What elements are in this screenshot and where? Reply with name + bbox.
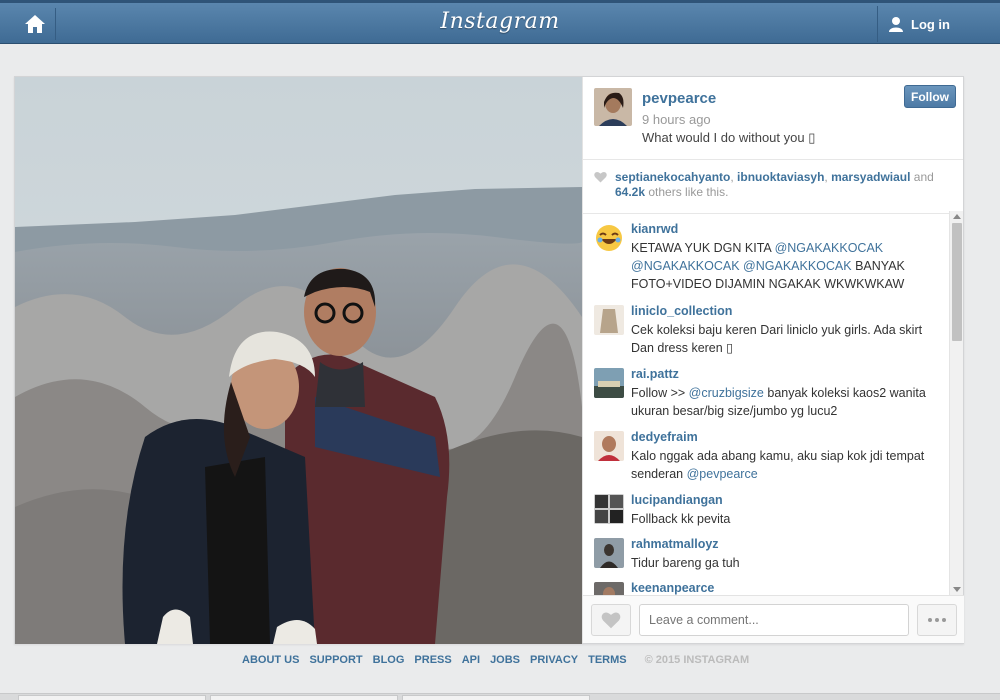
comment-username[interactable]: rahmatmalloyz [631,537,719,551]
comment-avatar[interactable] [594,368,624,398]
post-header: pevpearce 9 hours ago What would I do wi… [583,77,963,160]
follow-button[interactable]: Follow [904,85,956,108]
comment-text: Kalo nggak ada abang kamu, aku siap kok … [631,447,947,483]
comment-text-segment: Follow >> [631,386,689,400]
like-user-link[interactable]: septianekocahyanto [615,170,730,184]
more-icon [935,618,939,622]
comment-text: KETAWA YUK DGN KITA @NGAKAKKOCAK @NGAKAK… [631,239,947,293]
comment-bar [583,595,964,643]
comment-text-segment: Follback kk pevita [631,512,731,526]
comment-username[interactable]: rai.pattz [631,367,679,381]
copyright: © 2015 INSTAGRAM [644,654,750,666]
comment-avatar[interactable] [594,494,624,524]
like-user-link[interactable]: ibnuoktaviasyh [737,170,824,184]
top-navigation-bar: Instagram Log in [0,0,1000,44]
footer-link-press[interactable]: PRESS [414,654,451,666]
comment-avatar[interactable] [594,538,624,568]
more-icon [928,618,932,622]
comment-avatar[interactable] [594,431,624,461]
mention-link[interactable]: @NGAKAKKOCAK [743,259,852,273]
more-options-button[interactable] [917,604,957,636]
footer-link-jobs[interactable]: JOBS [490,654,520,666]
comment-username[interactable]: liniclo_collection [631,304,732,318]
comment-text: Follback kk pevita [631,510,947,528]
scroll-thumb[interactable] [952,223,962,341]
comment-avatar[interactable] [594,305,624,335]
like-user-link[interactable]: marsyadwiaul [831,170,910,184]
like-button[interactable] [591,604,631,636]
instagram-logo[interactable]: Instagram [0,9,1000,34]
comments-scrollbar[interactable] [949,211,963,595]
bottom-tab[interactable] [210,695,398,700]
avatar[interactable] [594,88,632,126]
comment-username[interactable]: kianrwd [631,222,678,236]
mention-link[interactable]: @NGAKAKKOCAK [775,241,884,255]
comment-text: Follow >> @cruzbigsize banyak koleksi ka… [631,384,947,420]
comment-text: Tidur bareng ga tuh [631,554,947,572]
login-label: Log in [911,16,950,32]
footer-link-privacy[interactable]: PRIVACY [530,654,578,666]
footer-link-blog[interactable]: BLOG [373,654,405,666]
heart-icon [594,171,607,183]
likes-summary: septianekocahyanto, ibnuoktaviasyh, mars… [583,160,963,214]
post-caption: What would I do without you ▯ [642,130,816,145]
comment-username[interactable]: dedyefraim [631,430,698,444]
post-time: 9 hours ago [642,112,711,127]
comment-text-segment: KETAWA YUK DGN KITA [631,241,775,255]
comment-text-segment: Cek koleksi baju keren Dari liniclo yuk … [631,323,923,355]
comment-input[interactable] [639,604,909,636]
scroll-down-arrow[interactable] [953,587,961,592]
comment-text: Cek koleksi baju keren Dari liniclo yuk … [631,321,947,357]
page-footer: ABOUT US SUPPORT BLOG PRESS API JOBS PRI… [242,654,749,666]
bottom-tab[interactable] [402,695,590,700]
mention-link[interactable]: @pevpearce [687,467,758,481]
footer-link-support[interactable]: SUPPORT [309,654,362,666]
footer-link-api[interactable]: API [462,654,480,666]
comment-text-segment: Tidur bareng ga tuh [631,556,740,570]
comment-text-segment: Kalo nggak ada abang kamu, aku siap kok … [631,449,925,481]
comment-avatar[interactable] [594,223,624,253]
footer-link-about[interactable]: ABOUT US [242,654,299,666]
post-sidebar: pevpearce 9 hours ago What would I do wi… [582,77,964,643]
comment-username[interactable]: keenanpearce [631,581,714,595]
comments-list[interactable]: kianrwd KETAWA YUK DGN KITA @NGAKAKKOCAK … [583,215,964,595]
comment-avatar[interactable] [594,582,624,595]
like-count[interactable]: 64.2k [615,185,645,199]
mention-link[interactable]: @NGAKAKKOCAK [631,259,740,273]
login-button[interactable]: Log in [877,6,962,42]
post-card: pevpearce 9 hours ago What would I do wi… [14,76,964,644]
scroll-up-arrow[interactable] [953,214,961,219]
like-and: and [910,170,934,184]
like-suffix: others like this. [645,185,729,199]
comment-username[interactable]: lucipandiangan [631,493,723,507]
photo-image [15,77,582,644]
heart-icon [601,612,621,629]
mention-link[interactable]: @cruzbigsize [689,386,764,400]
bottom-tab[interactable] [18,695,206,700]
post-username[interactable]: pevpearce [642,90,716,107]
user-icon [889,17,903,32]
post-photo[interactable] [15,77,582,644]
more-icon [942,618,946,622]
footer-link-terms[interactable]: TERMS [588,654,627,666]
bottom-tab-strip [0,693,1000,700]
